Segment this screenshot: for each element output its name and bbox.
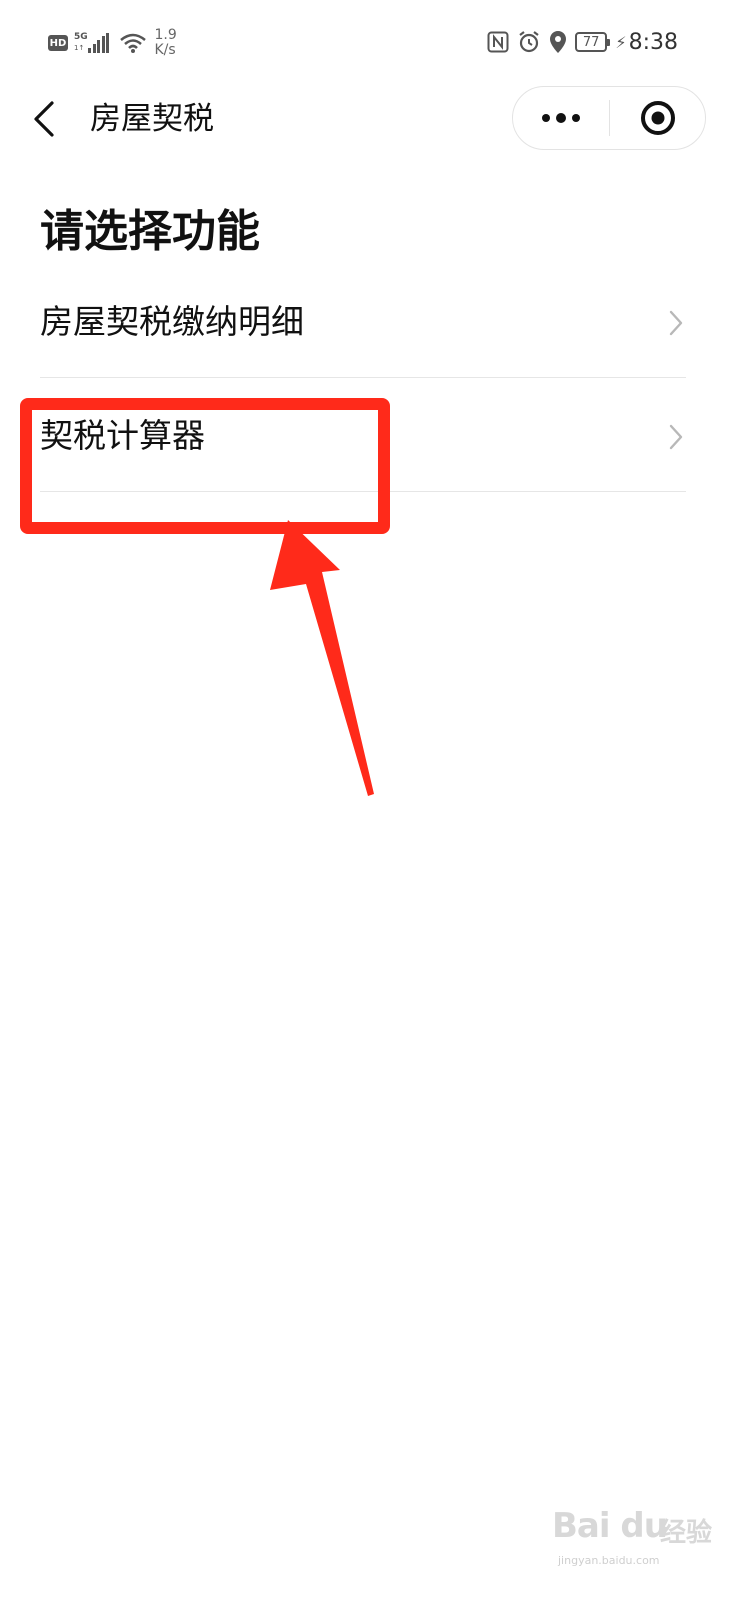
- battery-level: 77: [582, 34, 600, 50]
- nfc-icon: [487, 31, 509, 53]
- back-icon[interactable]: [30, 100, 58, 138]
- battery-indicator: 77: [574, 32, 610, 52]
- baidu-watermark: Bai du 经验 jingyan.baidu.com: [552, 1500, 712, 1580]
- page-title: 房屋契税: [90, 101, 214, 137]
- network-speed: 1.9 K/s: [155, 28, 177, 58]
- network-type: 5G 1↑: [74, 32, 88, 54]
- status-right: 77 ⚡ 8:38: [487, 24, 678, 60]
- close-button[interactable]: [610, 87, 705, 149]
- annotation-arrow: [270, 520, 374, 796]
- speed-unit: K/s: [154, 42, 176, 58]
- status-bar: HD 5G 1↑ 1.9 K/s 77 ⚡ 8:38: [0, 0, 738, 84]
- chevron-right-icon: [669, 310, 683, 336]
- speed-value: 1.9: [154, 27, 177, 43]
- watermark-url: jingyan.baidu.com: [558, 1554, 660, 1567]
- hd-badge: HD: [48, 35, 68, 51]
- watermark-brand: Bai du: [552, 1506, 668, 1546]
- watermark-brand-cn: 经验: [660, 1518, 713, 1548]
- network-sub: 1↑: [74, 44, 85, 52]
- status-time: 8:38: [628, 29, 678, 55]
- nav-header: 房屋契税: [0, 84, 738, 154]
- more-button[interactable]: [513, 87, 609, 149]
- wifi-icon: [119, 33, 146, 53]
- alarm-icon: [519, 31, 539, 53]
- mini-program-capsule: [512, 86, 706, 150]
- more-dots-icon: [542, 113, 580, 123]
- status-left: HD 5G 1↑ 1.9 K/s: [48, 26, 177, 60]
- location-icon: [549, 31, 566, 53]
- list-item-tax-payment-details[interactable]: 房屋契税缴纳明细: [40, 264, 686, 378]
- chevron-right-icon: [669, 424, 683, 450]
- section-heading: 请选择功能: [40, 206, 260, 257]
- target-close-icon: [640, 101, 675, 135]
- list-item-label: 房屋契税缴纳明细: [40, 302, 304, 341]
- charging-icon: ⚡: [615, 32, 627, 52]
- network-label: 5G: [74, 32, 88, 42]
- signal-icon: [88, 33, 111, 53]
